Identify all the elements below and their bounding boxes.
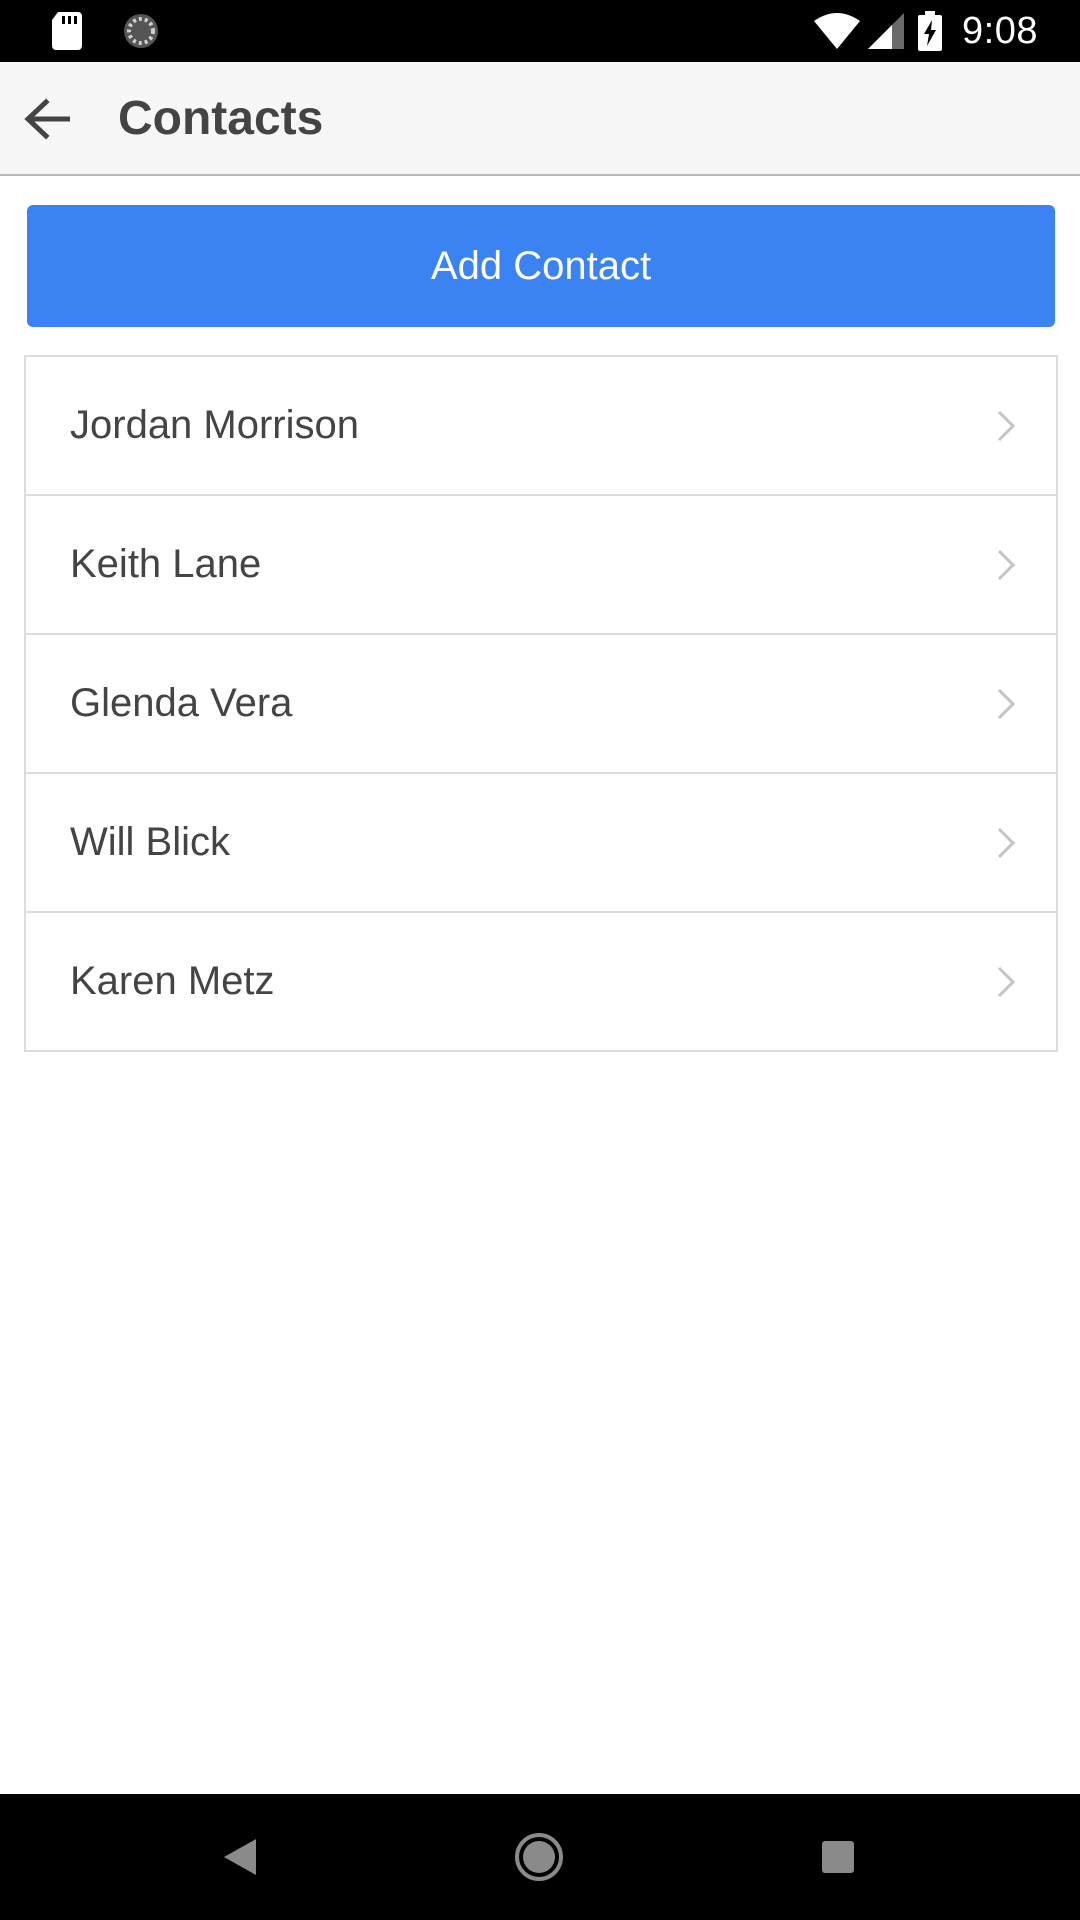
nav-home-button[interactable] bbox=[504, 1822, 574, 1892]
status-left-icons bbox=[52, 12, 160, 50]
chevron-right-icon bbox=[994, 408, 1018, 444]
contact-name: Will Blick bbox=[70, 820, 230, 864]
contacts-screen: 9:08 Contacts Add Contact Jordan Morriso… bbox=[0, 0, 1080, 1920]
list-item[interactable]: Will Blick bbox=[26, 774, 1056, 913]
nav-back-button[interactable] bbox=[205, 1822, 275, 1892]
add-contact-button[interactable]: Add Contact bbox=[27, 205, 1055, 327]
sync-spinner-icon bbox=[122, 12, 160, 50]
list-item[interactable]: Karen Metz bbox=[26, 913, 1056, 1050]
contact-name: Keith Lane bbox=[70, 542, 262, 586]
contact-name: Glenda Vera bbox=[70, 681, 293, 725]
back-button[interactable] bbox=[12, 84, 82, 154]
sd-card-icon bbox=[52, 12, 82, 50]
chevron-right-icon bbox=[994, 964, 1018, 1000]
chevron-right-icon bbox=[994, 686, 1018, 722]
navigation-bar bbox=[0, 1794, 1080, 1920]
nav-recents-button[interactable] bbox=[803, 1822, 873, 1892]
status-time: 9:08 bbox=[962, 9, 1038, 52]
chevron-right-icon bbox=[994, 547, 1018, 583]
arrow-back-icon bbox=[24, 98, 70, 140]
home-circle-icon bbox=[514, 1832, 564, 1882]
chevron-right-icon bbox=[994, 825, 1018, 861]
list-item[interactable]: Glenda Vera bbox=[26, 635, 1056, 774]
list-item[interactable]: Keith Lane bbox=[26, 496, 1056, 635]
status-right-icons: 9:08 bbox=[814, 0, 1038, 62]
app-bar: Contacts bbox=[0, 62, 1080, 176]
battery-charging-icon bbox=[918, 11, 943, 51]
page-title: Contacts bbox=[118, 91, 324, 145]
wifi-icon bbox=[814, 13, 861, 49]
cell-signal-icon bbox=[868, 13, 905, 49]
contact-name: Jordan Morrison bbox=[70, 403, 360, 447]
status-bar: 9:08 bbox=[0, 0, 1080, 62]
list-item[interactable]: Jordan Morrison bbox=[26, 357, 1056, 496]
contact-list: Jordan Morrison Keith Lane Glenda Vera W… bbox=[24, 355, 1058, 1052]
contact-name: Karen Metz bbox=[70, 959, 275, 1003]
recents-square-icon bbox=[821, 1840, 855, 1874]
back-triangle-icon bbox=[222, 1837, 258, 1877]
